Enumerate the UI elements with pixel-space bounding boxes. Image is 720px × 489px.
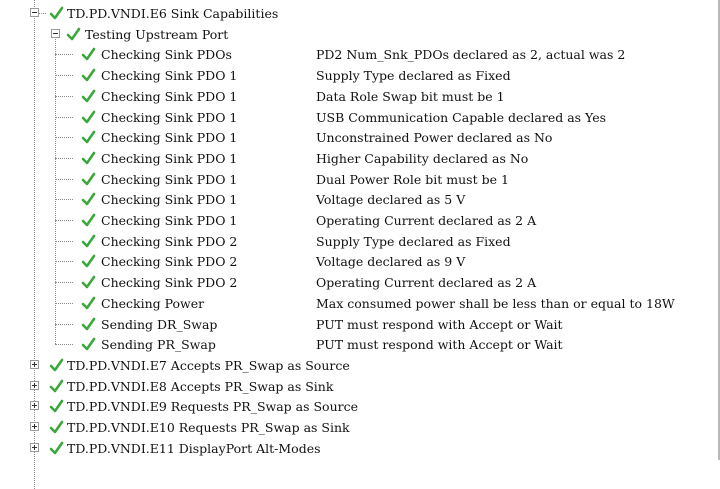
check-detail: Data Role Swap bit must be 1 [316,88,505,104]
group-label: TD.PD.VNDI.E11 DisplayPort Alt-Modes [67,440,321,456]
check-name: Checking Sink PDO 2 [101,275,238,291]
check-name: Checking Sink PDO 1 [101,192,238,208]
tree-check-row[interactable]: Checking Sink PDO 1 Unconstrained Power d… [0,128,718,148]
green-check-icon [49,420,64,435]
green-check-icon [66,27,81,42]
collapse-toggle-icon[interactable] [30,8,39,17]
group-label: TD.PD.VNDI.E6 Sink Capabilities [67,6,279,21]
check-name: Sending DR_Swap [101,316,218,332]
green-check-icon [81,317,96,332]
tree-check-row[interactable]: Checking Sink PDO 1 Data Role Swap bit mu… [0,87,718,107]
green-check-icon [81,234,96,249]
green-check-icon [49,399,64,414]
green-check-icon [81,192,96,207]
check-name: Checking Sink PDO 2 [101,254,238,270]
check-name: Checking Sink PDO 1 [101,68,238,84]
expand-toggle-icon[interactable] [30,359,39,369]
tree-check-row[interactable]: Checking Sink PDO 1 Supply Type declared … [0,66,718,86]
subgroup-label: Testing Upstream Port [85,26,229,42]
green-check-icon [49,441,64,456]
green-check-icon [81,296,96,311]
check-detail: PUT must respond with Accept or Wait [316,337,563,353]
tree-check-row[interactable]: Sending PR_Swap PUT must respond with Acc… [0,335,718,355]
green-check-icon [81,68,96,83]
check-name: Checking Sink PDO 2 [101,233,238,249]
tree-subgroup-row[interactable]: Testing Upstream Port [0,25,718,45]
green-check-icon [81,213,96,228]
check-name: Checking Sink PDO 1 [101,88,238,104]
tree-check-row[interactable]: Checking Sink PDO 1 Operating Current dec… [0,211,718,231]
green-check-icon [49,358,64,373]
check-detail: Operating Current declared as 2 A [316,275,537,291]
check-detail: PD2 Num_Snk_PDOs declared as 2, actual w… [316,47,626,63]
tree-group-row[interactable]: TD.PD.VNDI.E9 Requests PR_Swap as Source [0,397,718,417]
check-detail: Operating Current declared as 2 A [316,213,537,228]
check-name: Checking Sink PDO 1 [101,213,238,228]
green-check-icon [81,254,96,269]
green-check-icon [49,379,64,394]
tree-group-row[interactable]: TD.PD.VNDI.E10 Requests PR_Swap as Sink [0,418,718,438]
check-name: Checking Power [101,295,205,311]
check-detail: USB Communication Capable declared as Ye… [316,109,607,125]
check-detail: Supply Type declared as Fixed [316,233,511,249]
group-label: TD.PD.VNDI.E10 Requests PR_Swap as Sink [67,420,350,435]
check-detail: Higher Capability declared as No [316,150,529,166]
check-name: Checking Sink PDO 1 [101,109,238,125]
green-check-icon [81,130,96,145]
expand-toggle-icon[interactable] [30,401,39,411]
tree-check-row[interactable]: Checking Sink PDO 1 USB Communication Cap… [0,108,718,128]
check-detail: Dual Power Role bit must be 1 [316,171,509,187]
tree-check-row[interactable]: Checking Sink PDO 1 Higher Capability dec… [0,149,718,169]
green-check-icon [81,151,96,166]
tree-group-row[interactable]: TD.PD.VNDI.E6 Sink Capabilities [0,4,718,24]
check-detail: Unconstrained Power declared as No [316,130,553,146]
check-detail: Voltage declared as 5 V [316,192,466,208]
check-detail: Voltage declared as 9 V [316,254,466,270]
tree-check-row[interactable]: Checking Power Max consumed power shall b… [0,294,718,314]
group-label: TD.PD.VNDI.E7 Accepts PR_Swap as Source [67,357,350,373]
green-check-icon [81,110,96,125]
tree-group-row[interactable]: TD.PD.VNDI.E7 Accepts PR_Swap as Source [0,356,718,376]
group-label: TD.PD.VNDI.E8 Accepts PR_Swap as Sink [67,378,334,394]
check-name: Checking Sink PDO 1 [101,171,238,187]
green-check-icon [81,47,96,62]
expand-toggle-icon[interactable] [30,422,39,431]
tree-group-row[interactable]: TD.PD.VNDI.E8 Accepts PR_Swap as Sink [0,377,718,397]
green-check-icon [81,89,96,104]
test-results-tree[interactable]: TD.PD.VNDI.E6 Sink Capabilities Testing U… [0,0,718,489]
green-check-icon [81,337,96,352]
expand-toggle-icon[interactable] [30,442,39,452]
group-label: TD.PD.VNDI.E9 Requests PR_Swap as Source [67,399,358,415]
check-name: Checking Sink PDOs [101,47,232,63]
green-check-icon [81,172,96,187]
green-check-icon [49,6,64,21]
tree-check-row[interactable]: Checking Sink PDO 2 Operating Current dec… [0,273,718,293]
tree-check-row[interactable]: Checking Sink PDOs PD2 Num_Snk_PDOs decla… [0,45,718,65]
tree-group-row[interactable]: TD.PD.VNDI.E11 DisplayPort Alt-Modes [0,439,718,459]
expand-toggle-icon[interactable] [30,380,39,390]
tree-check-row[interactable]: Sending DR_Swap PUT must respond with Acc… [0,315,718,335]
check-detail: Supply Type declared as Fixed [316,68,511,84]
tree-check-row[interactable]: Checking Sink PDO 2 Supply Type declared … [0,232,718,252]
collapse-toggle-icon[interactable] [51,28,60,38]
check-name: Checking Sink PDO 1 [101,130,238,146]
check-name: Sending PR_Swap [101,337,216,353]
check-detail: PUT must respond with Accept or Wait [316,316,563,332]
tree-check-row[interactable]: Checking Sink PDO 2 Voltage declared as 9… [0,252,718,272]
tree-check-row[interactable]: Checking Sink PDO 1 Dual Power Role bit m… [0,170,718,190]
check-name: Checking Sink PDO 1 [101,150,238,166]
tree-check-row[interactable]: Checking Sink PDO 1 Voltage declared as 5… [0,190,718,210]
green-check-icon [81,275,96,290]
check-detail: Max consumed power shall be less than or… [316,295,675,311]
